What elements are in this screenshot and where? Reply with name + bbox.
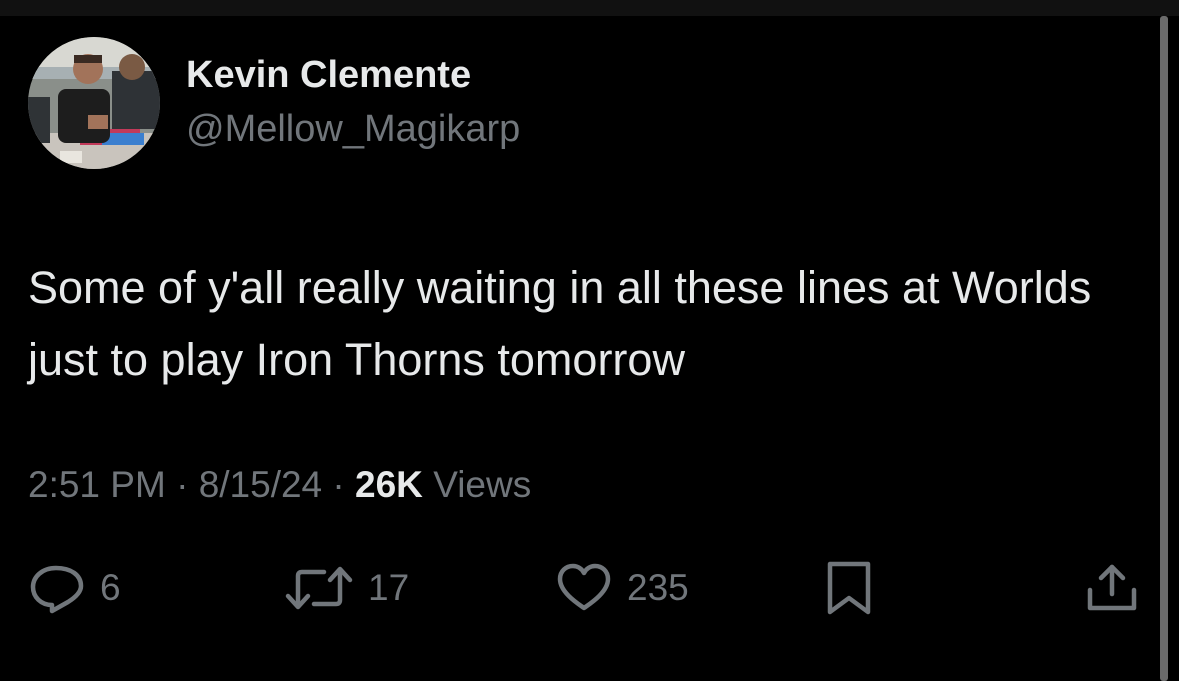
- like-count: 235: [627, 567, 689, 608]
- reply-icon: [30, 565, 84, 614]
- retweet-icon: [285, 566, 353, 610]
- tweet-card: Kevin Clemente @Mellow_Magikarp Some of …: [0, 16, 1150, 681]
- top-edge: [0, 0, 1179, 16]
- avatar[interactable]: [28, 37, 160, 169]
- tweet-date[interactable]: 8/15/24: [199, 464, 322, 505]
- display-name[interactable]: Kevin Clemente: [186, 54, 471, 97]
- share-icon: [1087, 564, 1137, 611]
- views-label: Views: [433, 464, 532, 505]
- heart-icon: [557, 563, 611, 611]
- scrollbar[interactable]: [1160, 16, 1168, 681]
- reply-button[interactable]: 6: [28, 560, 121, 616]
- retweet-count: 17: [368, 567, 410, 608]
- share-button[interactable]: [1084, 560, 1140, 616]
- tweet-metadata: 2:51 PM · 8/15/24 · 26K Views: [28, 464, 531, 506]
- profile-photo-icon: [28, 37, 160, 169]
- bookmark-button[interactable]: [824, 560, 874, 616]
- reply-count: 6: [100, 567, 121, 608]
- like-button[interactable]: 235: [555, 560, 689, 616]
- bookmark-icon: [827, 561, 871, 615]
- meta-separator: ·: [176, 464, 189, 505]
- tweet-text: Some of y'all really waiting in all thes…: [28, 262, 1092, 385]
- username-handle[interactable]: @Mellow_Magikarp: [186, 108, 520, 151]
- views-count: 26K: [355, 464, 423, 505]
- meta-separator: ·: [332, 464, 345, 505]
- tweet-time[interactable]: 2:51 PM: [28, 464, 166, 505]
- retweet-button[interactable]: 17: [284, 560, 409, 616]
